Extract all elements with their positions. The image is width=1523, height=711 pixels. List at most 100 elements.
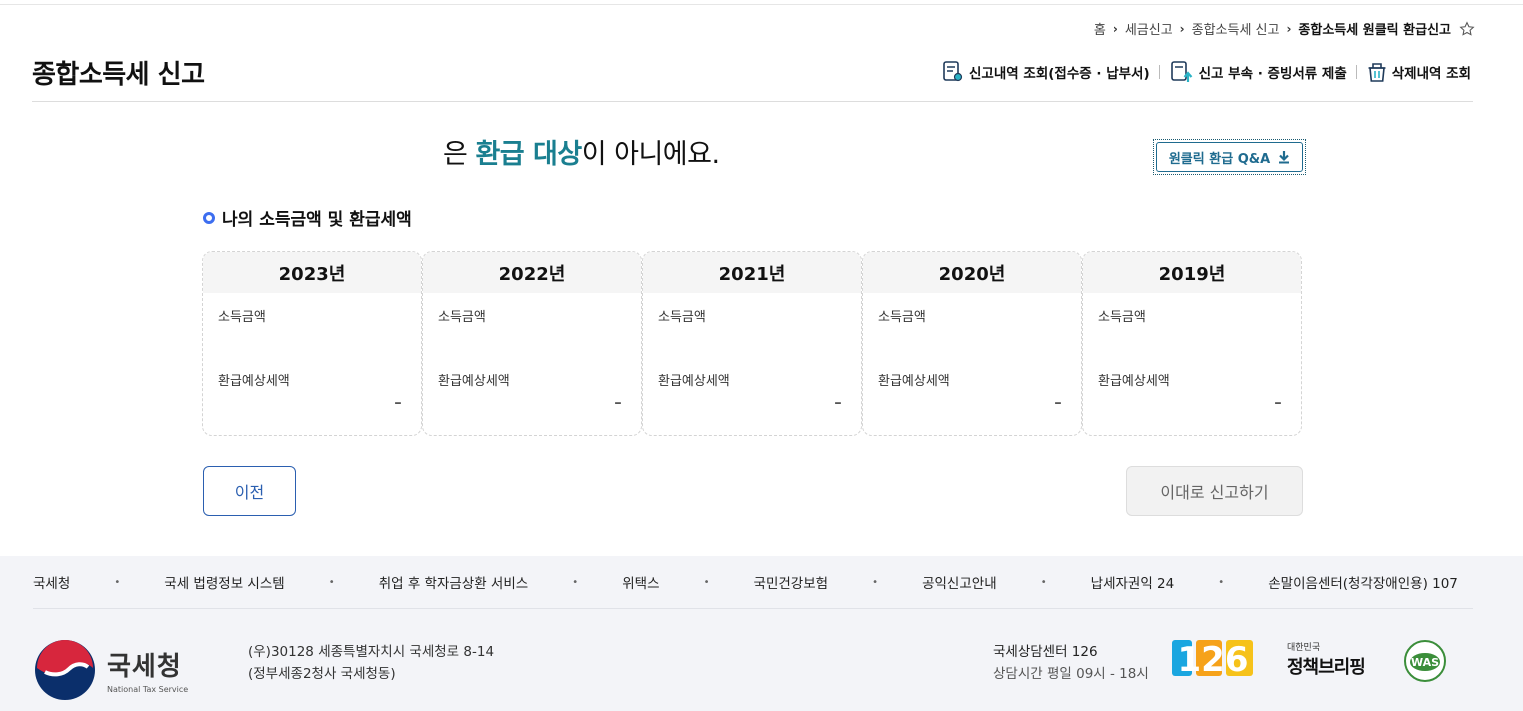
footer-bullet: • xyxy=(1218,576,1225,588)
deleted-history-label: 삭제내역 조회 xyxy=(1391,66,1471,82)
footer-links: 국세청 • 국세 법령정보 시스템 • 취업 후 학자금상환 서비스 • 위택스… xyxy=(33,572,1458,592)
year-card-body: 소득금액 환급예상세액 - xyxy=(203,293,421,435)
result-prefix: 은 xyxy=(443,139,476,170)
download-icon xyxy=(1279,151,1290,164)
footer-link-student-loan[interactable]: 취업 후 학자금상환 서비스 xyxy=(379,572,529,592)
income-label: 소득금액 xyxy=(658,310,706,325)
footer-link-taxpayer-rights[interactable]: 납세자권익 24 xyxy=(1091,572,1175,592)
link-divider xyxy=(1355,65,1357,79)
year-card-header: 2021년 xyxy=(643,252,861,293)
address: (우)30128 세종특별자치시 국세청로 8-14 (정부세종2청사 국세청동… xyxy=(248,641,494,685)
prev-button[interactable]: 이전 xyxy=(203,466,296,516)
result-message: 은 환급 대상이 아니에요. xyxy=(443,132,720,171)
header-links: 신고내역 조회(접수증 · 납부서) 신고 부속 · 증빙서류 제출 삭제내역 … xyxy=(941,60,1471,84)
result-highlight: 환급 대상 xyxy=(475,139,582,170)
section-title-text: 나의 소득금액 및 환급세액 xyxy=(222,210,412,230)
year-card: 2019년 소득금액 환급예상세액 - xyxy=(1082,251,1302,436)
call-center-126-logo: 126 xyxy=(1172,640,1253,678)
income-label: 소득금액 xyxy=(878,310,926,325)
income-label: 소득금액 xyxy=(1098,310,1146,325)
year-card-body: 소득금액 환급예상세액 - xyxy=(643,293,861,435)
year-card-header: 2022년 xyxy=(423,252,641,293)
policy-briefing-name: 정책브리핑 xyxy=(1287,657,1366,678)
breadcrumb-tax-filing[interactable]: 세금신고 xyxy=(1125,19,1173,38)
qa-download-button[interactable]: 원클릭 환급 Q&A xyxy=(1153,139,1306,175)
document-submit-link[interactable]: 신고 부속 · 증빙서류 제출 xyxy=(1169,60,1347,84)
breadcrumb-income-tax[interactable]: 종합소득세 신고 xyxy=(1192,19,1280,38)
call-center-hours: 상담시간 평일 09시 - 18시 xyxy=(993,666,1149,682)
income-label: 소득금액 xyxy=(218,310,266,325)
refund-value: - xyxy=(1274,390,1282,415)
year-card-body: 소득금액 환급예상세액 - xyxy=(863,293,1081,435)
footer-link-relay-center[interactable]: 손말이음센터(청각장애인용) 107 xyxy=(1268,572,1458,592)
link-divider xyxy=(1158,65,1160,79)
filing-history-label: 신고내역 조회(접수증 · 납부서) xyxy=(969,66,1150,82)
web-accessibility-mark-icon: WAS xyxy=(1404,640,1446,682)
breadcrumb-separator: › xyxy=(1179,21,1185,36)
was-label: WAS xyxy=(1411,656,1439,669)
refund-label: 환급예상세액 xyxy=(658,374,730,389)
footer-bullet: • xyxy=(572,576,579,588)
refund-label: 환급예상세액 xyxy=(438,374,510,389)
call-center-name: 국세상담센터 126 xyxy=(993,644,1098,660)
document-search-icon xyxy=(943,61,963,82)
breadcrumb-separator: › xyxy=(1112,21,1118,36)
refund-value: - xyxy=(394,390,402,415)
logo-name: 국세청 xyxy=(107,652,182,682)
footer-link-wetax[interactable]: 위택스 xyxy=(622,572,659,592)
income-label: 소득금액 xyxy=(438,310,486,325)
footer-bullet: • xyxy=(703,576,710,588)
document-upload-icon xyxy=(1170,61,1192,82)
policy-briefing-small: 대한민국 xyxy=(1287,643,1321,653)
section-title: 나의 소득금액 및 환급세액 xyxy=(203,205,412,230)
footer-bullet: • xyxy=(114,576,121,588)
year-card-body: 소득금액 환급예상세액 - xyxy=(423,293,641,435)
year-cards: 2023년 소득금액 환급예상세액 - 2022년 소득금액 환급예상세액 - … xyxy=(202,251,1302,436)
year-card: 2020년 소득금액 환급예상세액 - xyxy=(862,251,1082,436)
footer-link-nts[interactable]: 국세청 xyxy=(33,572,70,592)
header-divider xyxy=(32,101,1473,102)
footer-link-health-insurance[interactable]: 국민건강보험 xyxy=(754,572,829,592)
favorite-star-icon[interactable] xyxy=(1459,20,1475,37)
policy-briefing-logo[interactable]: 대한민국 정책브리핑 xyxy=(1287,640,1366,679)
footer-bullet: • xyxy=(872,576,879,588)
breadcrumb-separator: › xyxy=(1286,21,1292,36)
nts-logo[interactable]: 국세청 National Tax Service xyxy=(33,638,188,702)
logo-subtitle: National Tax Service xyxy=(107,685,189,694)
footer-bullet: • xyxy=(328,576,335,588)
bullet-circle-icon xyxy=(203,211,215,224)
refund-value: - xyxy=(834,390,842,415)
refund-value: - xyxy=(1054,390,1062,415)
breadcrumb-current: 종합소득세 원클릭 환급신고 xyxy=(1298,23,1451,38)
breadcrumb-home[interactable]: 홈 xyxy=(1094,19,1106,38)
address-line1: (우)30128 세종특별자치시 국세청로 8-14 xyxy=(248,644,495,660)
footer-link-law-system[interactable]: 국세 법령정보 시스템 xyxy=(164,572,284,592)
year-card-body: 소득금액 환급예상세액 - xyxy=(1083,293,1301,435)
year-card: 2023년 소득금액 환급예상세액 - xyxy=(202,251,422,436)
page-title: 종합소득세 신고 xyxy=(32,60,205,90)
submit-as-is-button[interactable]: 이대로 신고하기 xyxy=(1126,466,1303,516)
nts-emblem-icon xyxy=(35,640,95,700)
filing-history-link[interactable]: 신고내역 조회(접수증 · 납부서) xyxy=(941,60,1150,84)
badge-number: 126 xyxy=(1178,640,1249,678)
address-line2: (정부세종2청사 국세청동) xyxy=(248,666,396,682)
deleted-history-link[interactable]: 삭제내역 조회 xyxy=(1366,60,1471,84)
qa-download-label: 원클릭 환급 Q&A xyxy=(1168,151,1271,167)
footer: 국세청 • 국세 법령정보 시스템 • 취업 후 학자금상환 서비스 • 위택스… xyxy=(0,556,1523,711)
year-card: 2021년 소득금액 환급예상세액 - xyxy=(642,251,862,436)
call-center-info: 국세상담센터 126 상담시간 평일 09시 - 18시 xyxy=(993,641,1149,685)
breadcrumb: 홈 › 세금신고 › 종합소득세 신고 › 종합소득세 원클릭 환급신고 xyxy=(1094,19,1475,38)
document-submit-label: 신고 부속 · 증빙서류 제출 xyxy=(1198,66,1347,82)
refund-label: 환급예상세액 xyxy=(878,374,950,389)
result-suffix: 이 아니에요. xyxy=(581,139,720,170)
refund-label: 환급예상세액 xyxy=(218,374,290,389)
year-card-header: 2023년 xyxy=(203,252,421,293)
year-card: 2022년 소득금액 환급예상세액 - xyxy=(422,251,642,436)
refund-value: - xyxy=(614,390,622,415)
top-border xyxy=(0,4,1523,5)
trash-icon xyxy=(1368,63,1386,82)
footer-divider xyxy=(33,608,1473,609)
year-card-header: 2019년 xyxy=(1083,252,1301,293)
qa-download-inner: 원클릭 환급 Q&A xyxy=(1156,142,1303,172)
footer-link-whistleblower[interactable]: 공익신고안내 xyxy=(922,572,997,592)
